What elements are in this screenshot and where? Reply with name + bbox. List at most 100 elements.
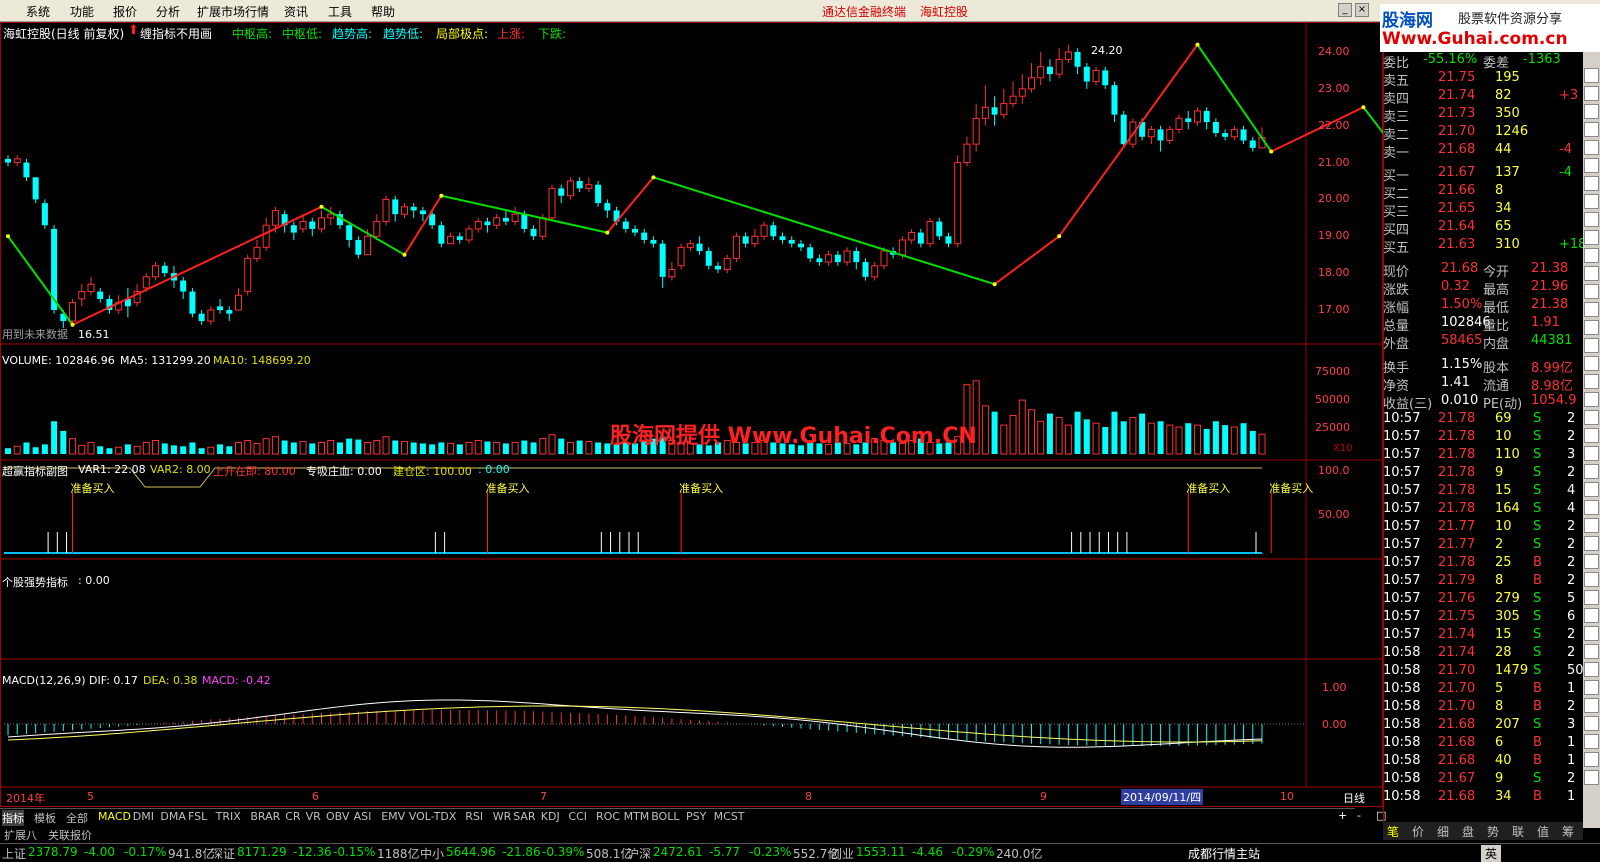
side-tool-icon[interactable] bbox=[1584, 662, 1599, 677]
quote-tab[interactable]: 筹 bbox=[1562, 823, 1574, 840]
quote-tab[interactable]: 笔 bbox=[1387, 823, 1399, 840]
menu-help[interactable]: 帮助 bbox=[371, 3, 395, 20]
chart-area[interactable] bbox=[0, 22, 1383, 808]
candle-body bbox=[936, 221, 943, 237]
tab-vol-tdx[interactable]: VOL-TDX bbox=[409, 810, 457, 823]
side-tool-icon[interactable] bbox=[1584, 266, 1599, 281]
tab-brar[interactable]: BRAR bbox=[250, 810, 280, 823]
zoom-out-button[interactable]: - bbox=[1357, 809, 1361, 822]
side-tool-icon[interactable] bbox=[1584, 626, 1599, 641]
side-tool-icon[interactable] bbox=[1584, 482, 1599, 497]
tab-rsi[interactable]: RSI bbox=[465, 810, 483, 823]
side-tool-icon[interactable] bbox=[1584, 554, 1599, 569]
side-tool-icon[interactable] bbox=[1584, 734, 1599, 749]
subtab-related[interactable]: 关联报价 bbox=[48, 827, 92, 843]
tab-trix[interactable]: TRIX bbox=[216, 810, 241, 823]
side-tool-icon[interactable] bbox=[1584, 392, 1599, 407]
side-tool-icon[interactable] bbox=[1584, 572, 1599, 587]
ime-indicator[interactable]: 英 bbox=[1481, 845, 1502, 862]
quote-tab[interactable]: 细 bbox=[1437, 823, 1449, 840]
volume-bar bbox=[1074, 411, 1081, 454]
quote-tab[interactable]: 联 bbox=[1512, 823, 1524, 840]
tab-dmi[interactable]: DMI bbox=[133, 810, 154, 823]
side-tool-icon[interactable] bbox=[1584, 248, 1599, 263]
tab-指标[interactable]: 指标 bbox=[2, 810, 24, 826]
tab-dma[interactable]: DMA bbox=[160, 810, 186, 823]
side-tool-icon[interactable] bbox=[1584, 680, 1599, 695]
menu-system[interactable]: 系统 bbox=[26, 3, 50, 20]
close-button[interactable]: × bbox=[1355, 3, 1369, 17]
tab-cci[interactable]: CCI bbox=[568, 810, 587, 823]
side-tool-icon[interactable] bbox=[1584, 716, 1599, 731]
tab-emv[interactable]: EMV bbox=[381, 810, 405, 823]
side-tool-icon[interactable] bbox=[1584, 356, 1599, 371]
menu-link-terminal[interactable]: 通达信金融终端 bbox=[822, 3, 906, 20]
label: 最低 bbox=[1483, 301, 1510, 316]
side-tool-icon[interactable] bbox=[1584, 590, 1599, 605]
menu-analysis[interactable]: 分析 bbox=[156, 3, 180, 20]
subtab-ext8[interactable]: 扩展八 bbox=[4, 827, 37, 843]
side-tool-icon[interactable] bbox=[1584, 698, 1599, 713]
side-tool-icon[interactable] bbox=[1584, 284, 1599, 299]
side-tool-icon[interactable] bbox=[1584, 644, 1599, 659]
minimize-button[interactable]: _ bbox=[1338, 3, 1352, 17]
side-tool-icon[interactable] bbox=[1584, 608, 1599, 623]
quote-tab[interactable]: 值 bbox=[1537, 823, 1549, 840]
zoom-in-button[interactable]: + bbox=[1338, 809, 1347, 822]
tab-roc[interactable]: ROC bbox=[596, 810, 620, 823]
side-tool-icon[interactable] bbox=[1584, 158, 1599, 173]
tab-模板[interactable]: 模板 bbox=[34, 810, 56, 826]
menu-ext-market[interactable]: 扩展市场行情 bbox=[197, 3, 269, 20]
candle-body bbox=[419, 210, 426, 215]
menu-info[interactable]: 资讯 bbox=[284, 3, 308, 20]
side: S bbox=[1533, 645, 1542, 660]
side-tool-icon[interactable] bbox=[1584, 320, 1599, 335]
candle-body bbox=[1212, 122, 1219, 134]
tab-macd[interactable]: MACD bbox=[98, 810, 131, 823]
menu-quote[interactable]: 报价 bbox=[113, 3, 137, 20]
side-tool-icon[interactable] bbox=[1584, 770, 1599, 785]
menu-tools[interactable]: 工具 bbox=[328, 3, 352, 20]
tab-boll[interactable]: BOLL bbox=[651, 810, 679, 823]
menu-function[interactable]: 功能 bbox=[70, 3, 94, 20]
side-tool-icon[interactable] bbox=[1584, 212, 1599, 227]
side-tool-icon[interactable] bbox=[1584, 428, 1599, 443]
side-tool-icon[interactable] bbox=[1584, 752, 1599, 767]
tab-vr[interactable]: VR bbox=[306, 810, 321, 823]
menu-link-stock[interactable]: 海虹控股 bbox=[920, 3, 968, 20]
side-tool-icon[interactable] bbox=[1584, 230, 1599, 245]
side-tool-icon[interactable] bbox=[1584, 140, 1599, 155]
quote-tab[interactable]: 势 bbox=[1487, 823, 1499, 840]
side-tool-icon[interactable] bbox=[1584, 194, 1599, 209]
side-tool-icon[interactable] bbox=[1584, 338, 1599, 353]
side-tool-icon[interactable] bbox=[1584, 374, 1599, 389]
side-tool-icon[interactable] bbox=[1584, 446, 1599, 461]
side-tool-icon[interactable] bbox=[1584, 536, 1599, 551]
side-tool-icon[interactable] bbox=[1584, 86, 1599, 101]
tab-sar[interactable]: SAR bbox=[513, 810, 535, 823]
tab-cr[interactable]: CR bbox=[285, 810, 300, 823]
side-tool-icon[interactable] bbox=[1584, 68, 1599, 83]
tab-wr[interactable]: WR bbox=[493, 810, 512, 823]
quote-tab[interactable]: 盘 bbox=[1462, 823, 1474, 840]
side-tool-icon[interactable] bbox=[1584, 518, 1599, 533]
tab-mcst[interactable]: MCST bbox=[714, 810, 745, 823]
tab-psy[interactable]: PSY bbox=[686, 810, 706, 823]
price: 21.79 bbox=[1438, 573, 1476, 588]
tab-obv[interactable]: OBV bbox=[326, 810, 349, 823]
side-tool-icon[interactable] bbox=[1584, 104, 1599, 119]
tab-kdj[interactable]: KDJ bbox=[541, 810, 560, 823]
side-tool-icon[interactable] bbox=[1584, 302, 1599, 317]
side-tool-icon[interactable] bbox=[1584, 500, 1599, 515]
label: 股本 bbox=[1483, 361, 1510, 376]
tab-asi[interactable]: ASI bbox=[354, 810, 372, 823]
tab-mtm[interactable]: MTM bbox=[624, 810, 650, 823]
side-tool-icon[interactable] bbox=[1584, 464, 1599, 479]
count: 2 bbox=[1567, 627, 1576, 642]
tab-全部[interactable]: 全部 bbox=[66, 810, 88, 826]
side-tool-icon[interactable] bbox=[1584, 122, 1599, 137]
tab-fsl[interactable]: FSL bbox=[188, 810, 207, 823]
side-tool-icon[interactable] bbox=[1584, 176, 1599, 191]
quote-tab[interactable]: 价 bbox=[1412, 823, 1424, 840]
side-tool-icon[interactable] bbox=[1584, 410, 1599, 425]
